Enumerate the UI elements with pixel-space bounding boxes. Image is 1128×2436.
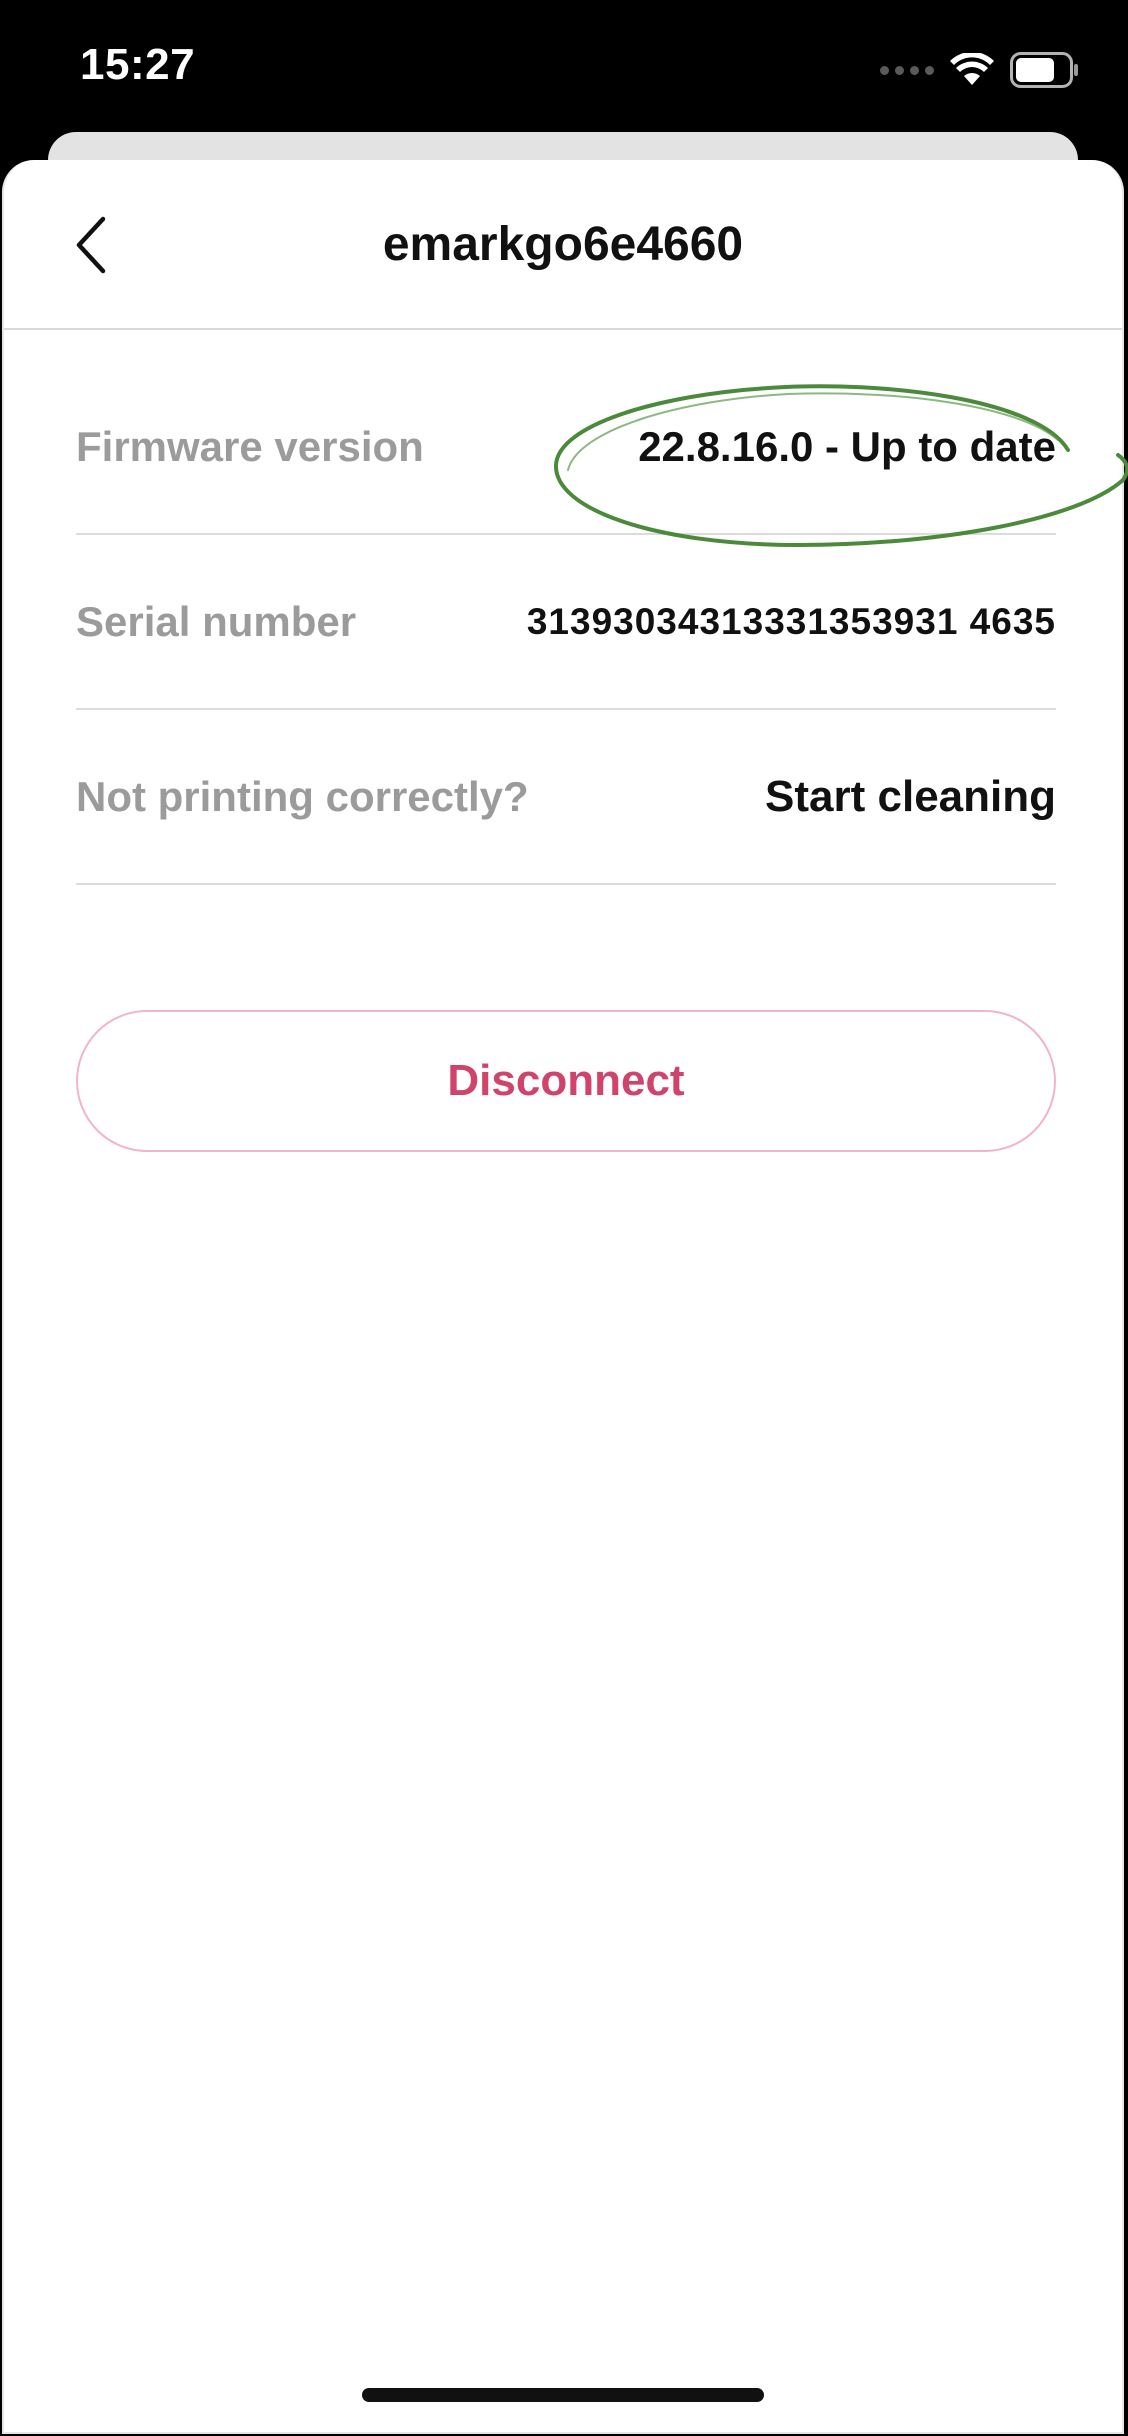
page-title: emarkgo6e4660 — [382, 218, 744, 271]
firmware-version-value: 22.8.16.0 - Up to date — [638, 422, 1056, 470]
home-indicator — [362, 2388, 764, 2402]
status-icons — [880, 50, 1080, 90]
device-settings-sheet: emarkgo6e4660 Firmware version 22.8.16.0… — [2, 160, 1124, 2434]
cleaning-row: Not printing correctly? Start cleaning — [76, 710, 1056, 885]
battery-icon — [1010, 52, 1078, 88]
serial-number-label: Serial number — [76, 597, 357, 645]
status-time: 15:27 — [80, 40, 196, 89]
not-printing-label: Not printing correctly? — [76, 772, 529, 820]
serial-number-row: Serial number 31393034313331353931 4635 — [76, 535, 1056, 710]
firmware-version-row: Firmware version 22.8.16.0 - Up to date — [76, 360, 1056, 535]
disconnect-button[interactable]: Disconnect — [76, 1010, 1056, 1152]
status-bar: 15:27 — [0, 0, 1128, 134]
device-info-list: Firmware version 22.8.16.0 - Up to date … — [76, 360, 1056, 885]
serial-number-value: 31393034313331353931 4635 — [526, 600, 1056, 642]
wifi-icon — [950, 53, 994, 85]
app-screen: 15:27 emarkgo6e4660 Firmware version 22.… — [0, 0, 1128, 2436]
cellular-signal-icon — [880, 65, 934, 75]
start-cleaning-button[interactable]: Start cleaning — [765, 772, 1056, 822]
firmware-version-label: Firmware version — [76, 422, 424, 470]
nav-header: emarkgo6e4660 — [4, 160, 1122, 330]
